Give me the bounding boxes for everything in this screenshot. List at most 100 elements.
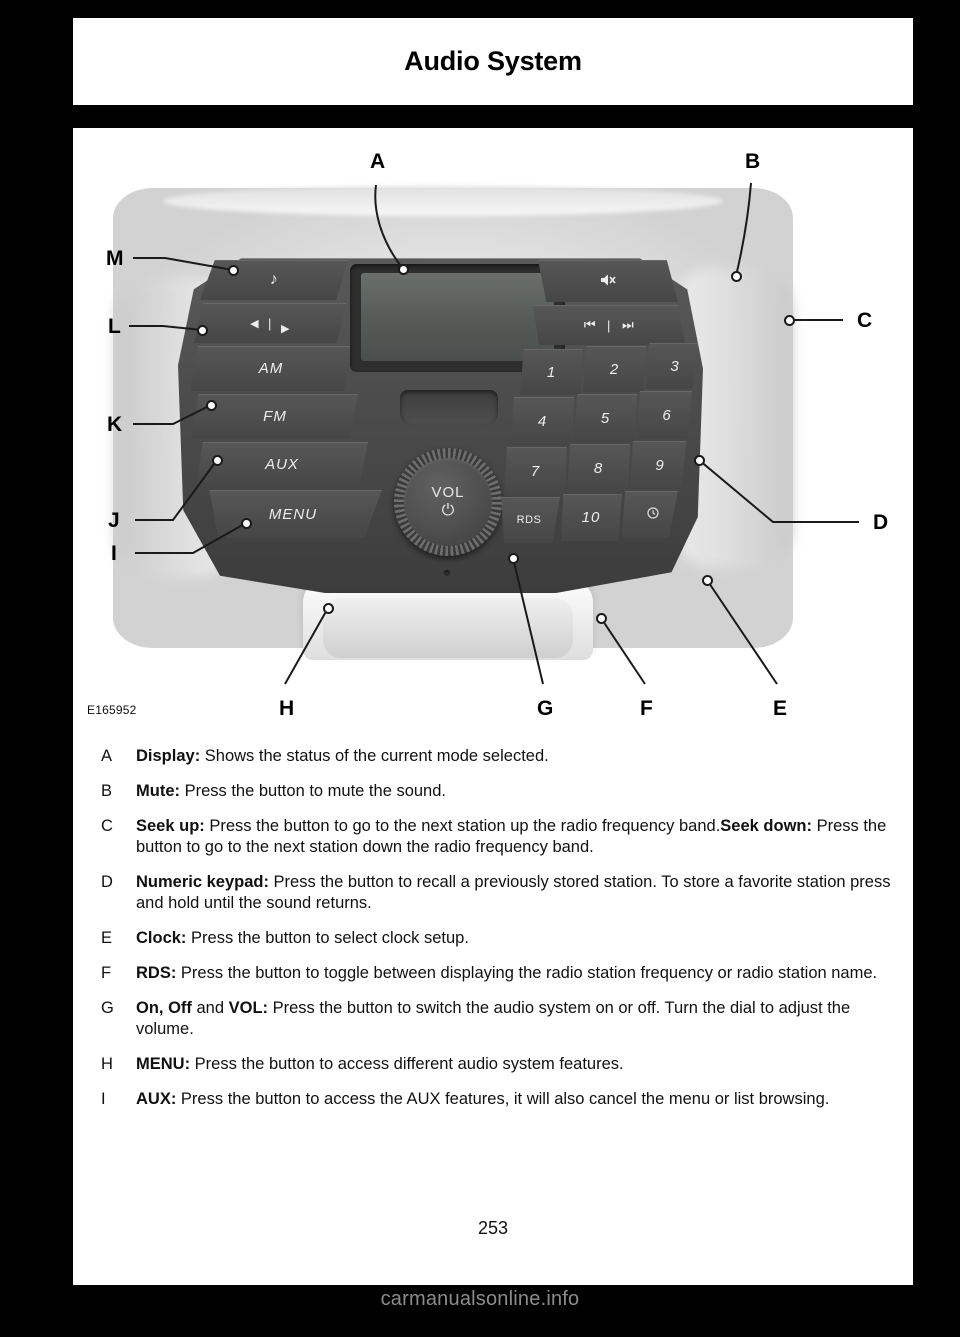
item-text: Seek up: Press the button to go to the n… <box>136 816 913 858</box>
page-body: ♪ ◀ | ▶ AM FM AUX MENU VOL ⏻ ⏮ | ⏭ 1 2 3… <box>73 128 913 1285</box>
fm-button[interactable]: FM <box>192 394 358 439</box>
rds-button[interactable]: RDS <box>501 497 560 543</box>
rds-label: RDS <box>516 514 542 526</box>
list-item: F RDS: Press the button to toggle betwee… <box>73 963 913 984</box>
item-body: Press the button to go to the next stati… <box>204 817 721 835</box>
item-text: On, Off and VOL: Press the button to swi… <box>136 998 913 1040</box>
radio-faceplate-assembly: ♪ ◀ | ▶ AM FM AUX MENU VOL ⏻ ⏮ | ⏭ 1 2 3… <box>178 248 703 593</box>
aux-button[interactable]: AUX <box>196 442 368 487</box>
seek-list-button[interactable]: ◀ | ▶ <box>194 303 346 343</box>
figure-id: E165952 <box>87 703 137 717</box>
item-text: Numeric keypad: Press the button to reca… <box>136 872 913 914</box>
leader-dot-f <box>596 613 607 624</box>
preset-4-label: 4 <box>537 412 548 430</box>
item-key: C <box>101 817 113 835</box>
callout-l: L <box>108 315 121 338</box>
mute-button[interactable] <box>538 260 678 302</box>
leader-dot-b <box>731 271 742 282</box>
page-header: Audio System <box>73 18 913 105</box>
manual-page: Audio System ♪ ◀ | ▶ AM FM AUX MENU VOL … <box>73 18 913 1285</box>
preset-5-label: 5 <box>600 409 611 427</box>
seek-buttons[interactable]: ⏮ | ⏭ <box>533 305 685 345</box>
prev-arrow-icon: ◀ <box>250 317 260 330</box>
item-text: Clock: Press the button to select clock … <box>136 928 913 949</box>
item-term: On, Off <box>136 999 192 1017</box>
list-item: C Seek up: Press the button to go to the… <box>73 816 913 858</box>
item-term: AUX: <box>136 1090 177 1108</box>
item-term: RDS: <box>136 964 177 982</box>
preset-8-label: 8 <box>593 459 604 477</box>
mute-glyph <box>601 274 616 285</box>
list-item: B Mute: Press the button to mute the sou… <box>73 781 913 802</box>
next-arrow-icon: ▶ <box>280 322 290 335</box>
callout-i: I <box>111 542 117 565</box>
preset-5-button[interactable]: 5 <box>574 394 637 442</box>
leader-dot-i <box>241 518 252 529</box>
clock-icon <box>647 507 659 522</box>
preset-1-label: 1 <box>546 363 557 381</box>
item-key: H <box>101 1055 113 1073</box>
media-button[interactable]: ♪ <box>200 260 348 300</box>
item-body: Press the button to access the AUX featu… <box>176 1090 830 1108</box>
preset-6-button[interactable]: 6 <box>637 391 693 439</box>
microphone-hole <box>444 570 450 576</box>
item-mid: and <box>191 999 229 1017</box>
preset-1-button[interactable]: 1 <box>520 349 583 395</box>
seek-down-icon: ⏮ <box>583 317 597 332</box>
callout-g: G <box>537 697 554 720</box>
seek-up-icon: ⏭ <box>621 317 635 332</box>
callout-m: M <box>106 247 124 270</box>
preset-9-button[interactable]: 9 <box>630 441 687 489</box>
volume-knob[interactable]: VOL ⏻ <box>404 458 492 546</box>
am-button[interactable]: AM <box>190 346 352 391</box>
item-key: E <box>101 929 113 947</box>
item-key: B <box>101 782 113 800</box>
page-number: 253 <box>477 1218 509 1238</box>
callout-c: C <box>857 309 873 332</box>
leader-dot-e <box>702 575 713 586</box>
item-term-2: VOL: <box>228 999 269 1017</box>
callout-e: E <box>773 697 788 720</box>
list-item: A Display: Shows the status of the curre… <box>73 746 913 767</box>
arrow-separator: | <box>268 315 272 331</box>
console-vent <box>400 390 498 426</box>
preset-7-button[interactable]: 7 <box>504 447 567 495</box>
item-key: F <box>101 964 112 982</box>
item-term-2: Seek down: <box>720 817 812 835</box>
preset-2-button[interactable]: 2 <box>583 346 646 392</box>
callout-a: A <box>370 150 386 173</box>
leader-dot-g <box>508 553 519 564</box>
callout-f: F <box>640 697 653 720</box>
dashboard-top-edge <box>163 186 723 216</box>
site-watermark: carmanualsonline.info <box>380 1288 580 1310</box>
audio-system-figure: ♪ ◀ | ▶ AM FM AUX MENU VOL ⏻ ⏮ | ⏭ 1 2 3… <box>73 128 913 738</box>
leader-dot-h <box>323 603 334 614</box>
item-body: Shows the status of the current mode sel… <box>200 747 549 765</box>
preset-8-button[interactable]: 8 <box>567 444 630 492</box>
item-body: Press the button to toggle between displ… <box>176 964 878 982</box>
item-key: A <box>101 747 113 765</box>
callout-d: D <box>873 511 889 534</box>
preset-10-button[interactable]: 10 <box>561 494 622 541</box>
menu-button[interactable]: MENU <box>209 490 382 538</box>
page-title: Audio System <box>404 46 582 76</box>
list-item: E Clock: Press the button to select cloc… <box>73 928 913 949</box>
clock-glyph <box>647 507 659 519</box>
aux-label: AUX <box>265 456 299 473</box>
item-key: D <box>101 873 113 891</box>
item-key: I <box>101 1090 106 1108</box>
leader-dot-m <box>228 265 239 276</box>
item-text: Mute: Press the button to mute the sound… <box>136 781 913 802</box>
item-term: Mute: <box>136 782 180 800</box>
callout-k: K <box>107 413 123 436</box>
preset-4-button[interactable]: 4 <box>511 397 574 445</box>
preset-6-label: 6 <box>662 406 672 424</box>
leader-dot-a <box>398 264 409 275</box>
display-screen <box>361 273 554 361</box>
item-term: MENU: <box>136 1055 191 1073</box>
seek-separator: | <box>607 317 611 333</box>
am-label: AM <box>258 360 284 377</box>
fm-label: FM <box>263 408 287 425</box>
power-icon: ⏻ <box>441 502 455 519</box>
preset-3-label: 3 <box>670 357 680 375</box>
